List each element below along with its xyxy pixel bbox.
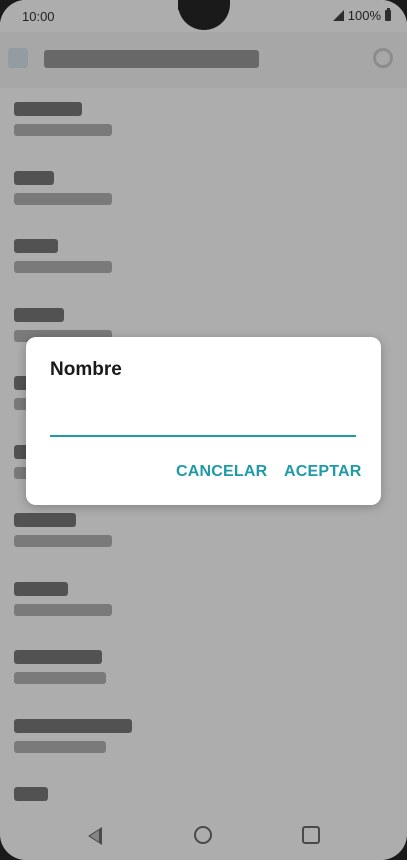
phone-screen: 10:00 100% Nombre CANCELAR ACEPTAR xyxy=(0,0,407,860)
name-input[interactable] xyxy=(50,407,356,437)
cancel-button[interactable]: CANCELAR xyxy=(176,463,267,481)
accept-button[interactable]: ACEPTAR xyxy=(284,463,362,481)
dialog-title: Nombre xyxy=(50,359,122,380)
name-dialog: Nombre CANCELAR ACEPTAR xyxy=(26,337,381,505)
